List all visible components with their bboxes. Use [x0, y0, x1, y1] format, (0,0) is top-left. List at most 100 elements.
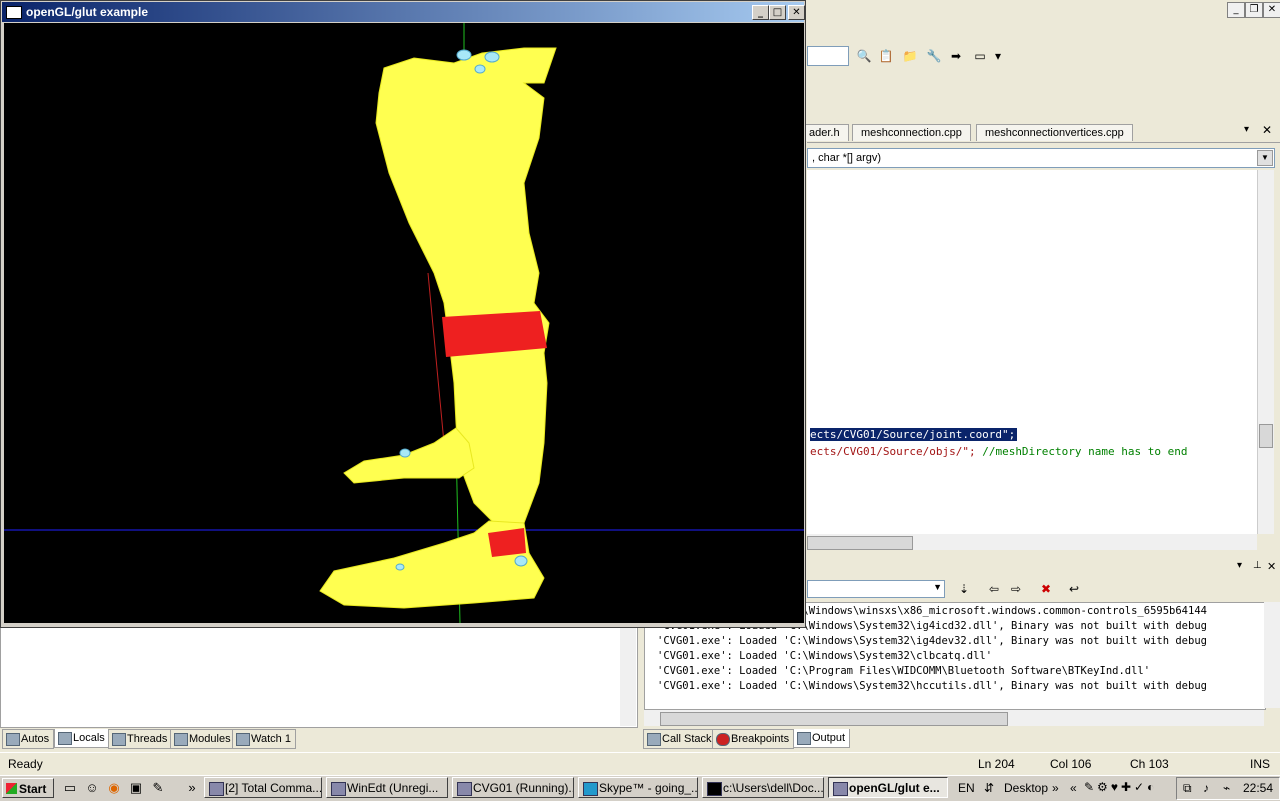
minimize-button[interactable]: _ — [752, 5, 769, 20]
close-button[interactable]: ✕ — [788, 5, 805, 20]
panel-dropdown-icon[interactable]: ▾ — [1237, 560, 1242, 571]
output-line: 'CVG01.exe': Loaded 'C:\Windows\System32… — [657, 635, 1207, 647]
task-command-prompt[interactable]: c:\Users\dell\Doc... — [702, 777, 824, 798]
opengl-app-icon — [833, 782, 848, 796]
tray-icons[interactable]: ✎⚙♥✚✓◐ — [1084, 780, 1174, 796]
clear-all-icon[interactable]: ✖ — [1038, 581, 1054, 597]
prev-message-icon[interactable]: ⇦ — [986, 581, 1002, 597]
tab-label: Autos — [21, 733, 50, 745]
quick-launch-tool-icon[interactable]: ✎ — [150, 780, 166, 796]
toolbox-icon[interactable]: 🔧 — [926, 48, 942, 64]
find-message-icon[interactable]: ⇣ — [956, 581, 972, 597]
tray-expand-icon[interactable]: « — [1070, 778, 1077, 798]
task-winedt[interactable]: WinEdt (Unregi... — [326, 777, 448, 798]
toolbar-chevron-icon[interactable]: » — [1052, 778, 1059, 798]
tab-autos[interactable]: Autos — [2, 729, 55, 749]
gl-title-bar[interactable]: openGL/glut example _ □ ✕ — [2, 2, 805, 22]
editor-vertical-scrollbar[interactable] — [1257, 170, 1274, 534]
properties-icon[interactable]: 📋 — [878, 48, 894, 64]
ankle-band — [488, 528, 526, 557]
call-stack-icon — [647, 733, 661, 746]
desktop-toolbar[interactable]: Desktop — [1004, 778, 1048, 798]
tab-dropdown-icon[interactable]: ▾ — [1244, 124, 1249, 135]
output-vertical-scrollbar[interactable] — [1264, 602, 1280, 708]
output-line: 'CVG01.exe': Loaded 'C:\Program Files\WI… — [657, 665, 1151, 677]
desktop-toolbar-icon[interactable]: ⇵ — [984, 778, 994, 798]
tab-close-icon[interactable]: ✕ — [1262, 123, 1272, 137]
task-visual-studio[interactable]: CVG01 (Running)... — [452, 777, 574, 798]
winedt-icon — [331, 782, 346, 796]
output-line: 'CVG01.exe': Loaded 'C:\Windows\System32… — [657, 680, 1207, 692]
leg-mesh-render — [4, 23, 804, 623]
volume-icon[interactable]: ♪ — [1203, 778, 1209, 799]
editor-scroll-thumb[interactable] — [1259, 424, 1273, 448]
locals-panel[interactable] — [0, 626, 638, 728]
window-icon[interactable]: ▭ — [972, 48, 988, 64]
quick-launch-icon[interactable]: ☺ — [84, 780, 100, 796]
quick-launch-app-icon[interactable]: ▣ — [128, 780, 144, 796]
task-opengl-window[interactable]: openGL/glut e... — [828, 777, 948, 798]
tab-meshconnection-cpp[interactable]: meshconnection.cpp — [852, 124, 971, 141]
joint-marker-hip-left — [456, 49, 472, 61]
panel-pin-icon[interactable]: ⊥ — [1253, 560, 1262, 571]
dropdown-arrow-icon[interactable]: ▾ — [990, 48, 1006, 64]
autos-icon — [6, 733, 20, 746]
output-source-combo[interactable]: ▼ — [807, 580, 945, 598]
tab-call-stack[interactable]: Call Stack — [643, 729, 717, 749]
output-panel-header: ▾ ⊥ ✕ — [807, 560, 1280, 576]
chevron-down-icon: ▼ — [933, 582, 942, 592]
find-icon[interactable]: 🔍 — [856, 48, 872, 64]
clock[interactable]: 22:54 — [1243, 778, 1273, 799]
task-skype[interactable]: Skype™ - going_... — [578, 777, 698, 798]
tab-watch-1[interactable]: Watch 1 — [232, 729, 296, 749]
start-button[interactable]: Start — [2, 778, 54, 798]
vs-restore-button[interactable]: ❐ — [1245, 2, 1263, 18]
task-label: [2] Total Comma... — [225, 781, 322, 795]
tab-header-file[interactable]: ader.h — [800, 124, 849, 141]
tab-meshconnectionvertices-cpp[interactable]: meshconnectionvertices.cpp — [976, 124, 1133, 141]
start-page-icon[interactable]: ➡ — [948, 48, 964, 64]
vs-minimize-button[interactable]: _ — [1227, 2, 1245, 18]
network-icon[interactable]: ⧉ — [1183, 778, 1192, 799]
quick-launch-more-icon[interactable]: » — [184, 780, 200, 796]
vs-close-button[interactable]: ✕ — [1263, 2, 1280, 18]
status-char: Ch 103 — [1130, 757, 1169, 771]
status-line: Ln 204 — [978, 757, 1015, 771]
status-column: Col 106 — [1050, 757, 1092, 771]
locals-scrollbar[interactable] — [620, 626, 636, 726]
tab-threads[interactable]: Threads — [108, 729, 173, 749]
firefox-icon[interactable]: ◉ — [106, 780, 122, 796]
power-icon[interactable]: ⌁ — [1223, 778, 1230, 799]
modules-icon — [174, 733, 188, 746]
output-line: 'CVG01.exe': Loaded 'C:\Windows\System32… — [657, 650, 993, 662]
task-label: c:\Users\dell\Doc... — [723, 781, 824, 795]
joint-marker-hip-center — [474, 64, 486, 74]
language-indicator[interactable]: EN — [958, 778, 975, 798]
solution-config-combo[interactable] — [807, 46, 849, 66]
editor-hscroll-thumb[interactable] — [807, 536, 913, 550]
object-browser-icon[interactable]: 📁 — [902, 48, 918, 64]
show-desktop-icon[interactable]: ▭ — [62, 780, 78, 796]
system-tray: ⧉ ♪ ⌁ 22:54 — [1176, 777, 1280, 800]
code-string: ects/CVG01/Source/joint.coord"; — [810, 428, 1016, 441]
tab-breakpoints[interactable]: Breakpoints — [712, 729, 795, 749]
next-message-icon[interactable]: ⇨ — [1008, 581, 1024, 597]
panel-close-icon[interactable]: ✕ — [1267, 560, 1276, 573]
output-hscroll-thumb[interactable] — [660, 712, 1008, 726]
gl-render-canvas[interactable] — [4, 23, 804, 623]
tab-output[interactable]: Output — [793, 729, 851, 748]
task-label: Skype™ - going_... — [599, 781, 698, 795]
maximize-button[interactable]: □ — [769, 5, 786, 20]
code-editor[interactable] — [807, 170, 1257, 534]
task-label: CVG01 (Running)... — [473, 781, 574, 795]
joint-marker-hip-right — [484, 51, 500, 63]
status-insert-mode: INS — [1250, 757, 1271, 771]
tab-locals[interactable]: Locals — [54, 729, 110, 748]
function-dropdown[interactable]: , char *[] argv) ▼ — [807, 148, 1275, 168]
window-icon — [6, 6, 22, 19]
word-wrap-icon[interactable]: ↩ — [1066, 581, 1082, 597]
code-comment: //meshDirectory name has to end — [975, 445, 1188, 458]
threads-icon — [112, 733, 126, 746]
tab-modules[interactable]: Modules — [170, 729, 236, 749]
task-total-commander[interactable]: [2] Total Comma... — [204, 777, 322, 798]
